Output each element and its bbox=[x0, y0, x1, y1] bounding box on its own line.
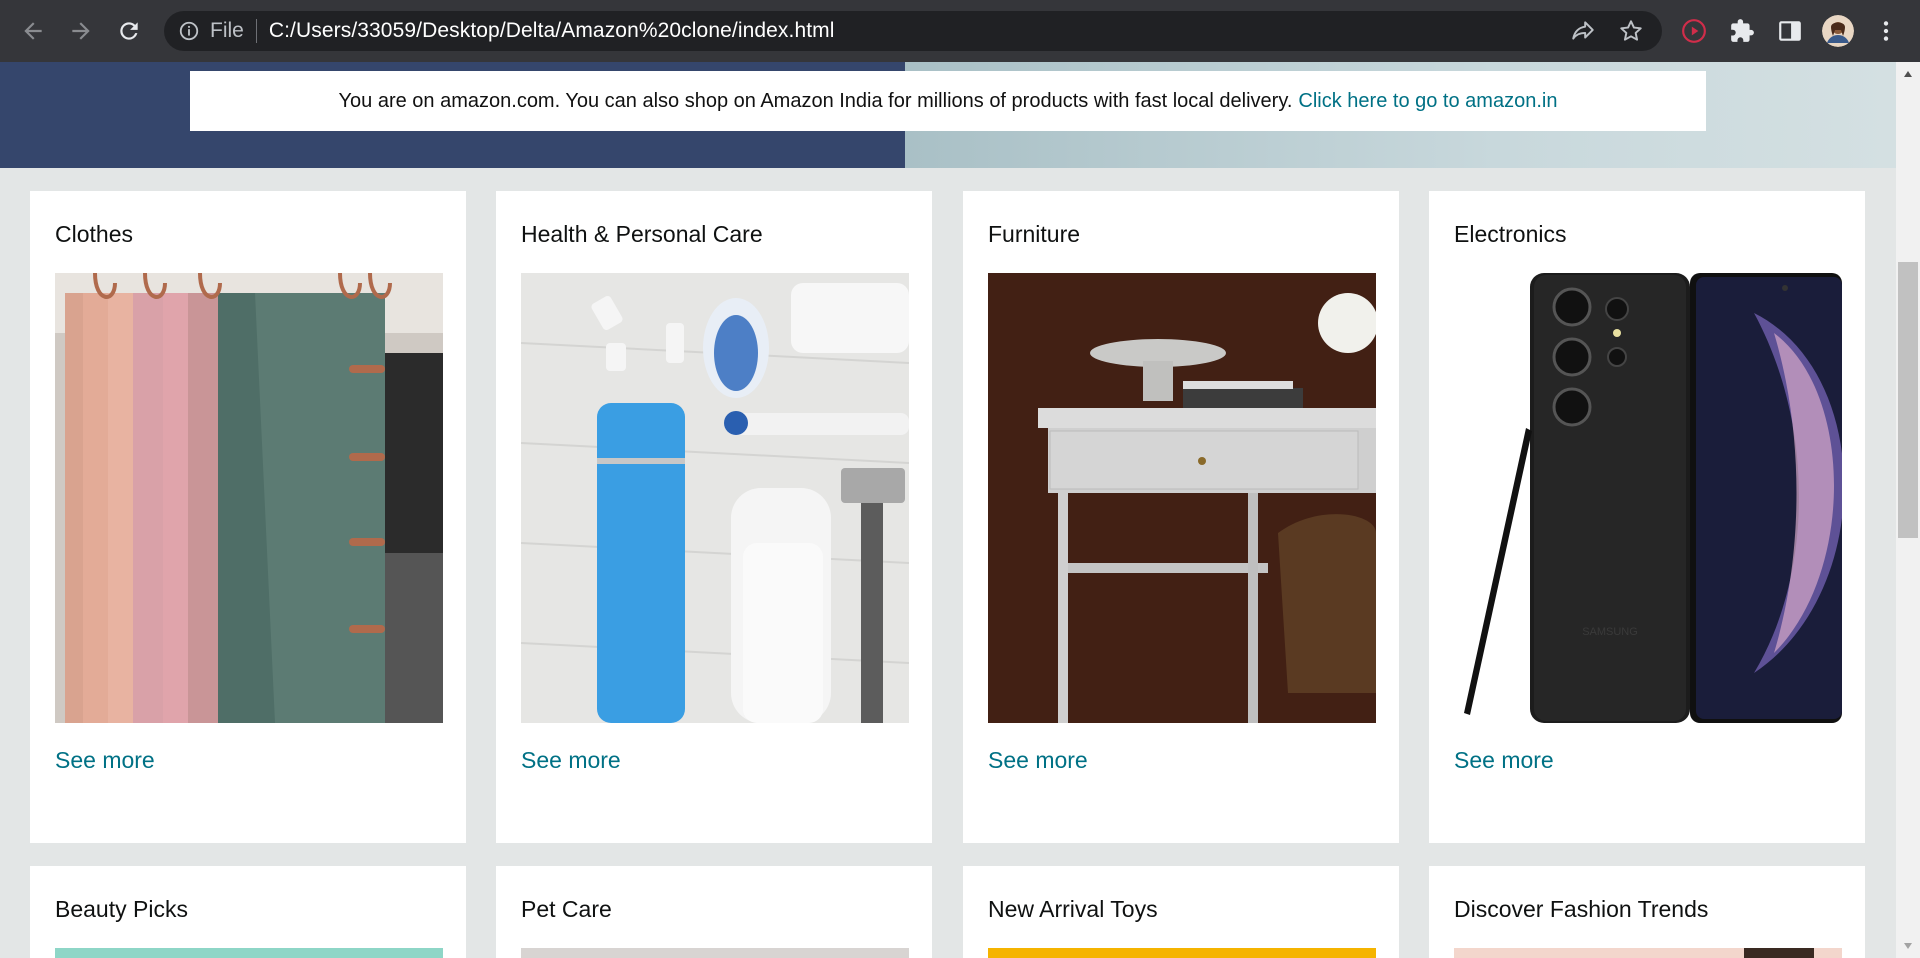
scroll-down-icon[interactable] bbox=[1896, 936, 1920, 956]
reload-button[interactable] bbox=[105, 7, 153, 55]
omnibox-divider bbox=[255, 19, 257, 43]
furniture-image[interactable] bbox=[988, 273, 1376, 723]
browser-menu-button[interactable] bbox=[1864, 9, 1908, 53]
card-title: Beauty Picks bbox=[55, 896, 188, 922]
url-text[interactable]: C:/Users/33059/Desktop/Delta/Amazon%20cl… bbox=[269, 19, 835, 43]
star-icon[interactable] bbox=[1618, 18, 1644, 44]
page-content: You are on amazon.com. You can also shop… bbox=[0, 62, 1896, 958]
record-icon bbox=[1682, 19, 1706, 43]
category-card-toys: New Arrival Toys bbox=[963, 866, 1399, 958]
category-card-clothes: Clothes See more bbox=[30, 191, 466, 843]
see-more-link[interactable]: See more bbox=[988, 747, 1088, 774]
scrollbar-thumb[interactable] bbox=[1898, 262, 1918, 538]
health-care-image[interactable] bbox=[521, 273, 909, 723]
beauty-image[interactable] bbox=[55, 948, 443, 958]
card-title: Furniture bbox=[988, 221, 1081, 247]
share-icon[interactable] bbox=[1570, 18, 1596, 44]
scheme-label: File bbox=[210, 19, 244, 42]
card-title: Clothes bbox=[55, 221, 133, 247]
notice-text: You are on amazon.com. You can also shop… bbox=[338, 89, 1293, 112]
category-card-furniture: Furniture See more bbox=[963, 191, 1399, 843]
see-more-link[interactable]: See more bbox=[521, 747, 621, 774]
region-notice: You are on amazon.com. You can also shop… bbox=[190, 71, 1706, 131]
back-button[interactable] bbox=[9, 7, 57, 55]
card-title: Pet Care bbox=[521, 896, 612, 922]
profile-button[interactable] bbox=[1816, 9, 1860, 53]
extensions-button[interactable] bbox=[1720, 9, 1764, 53]
kebab-menu-icon bbox=[1883, 21, 1889, 41]
category-card-electronics: Electronics SAMSUNG See more bbox=[1429, 191, 1865, 843]
info-icon[interactable] bbox=[178, 20, 200, 42]
reload-icon bbox=[120, 22, 138, 40]
card-title: New Arrival Toys bbox=[988, 896, 1158, 922]
category-card-fashion: Discover Fashion Trends bbox=[1429, 866, 1865, 958]
avatar bbox=[1822, 15, 1854, 47]
card-title: Health & Personal Care bbox=[521, 221, 763, 247]
pet-care-image[interactable] bbox=[521, 948, 909, 958]
category-card-beauty: Beauty Picks bbox=[30, 866, 466, 958]
side-panel-button[interactable] bbox=[1768, 9, 1812, 53]
address-bar[interactable]: File C:/Users/33059/Desktop/Delta/Amazon… bbox=[164, 11, 1662, 51]
forward-button[interactable] bbox=[57, 7, 105, 55]
card-title: Discover Fashion Trends bbox=[1454, 896, 1709, 922]
toys-image[interactable] bbox=[988, 948, 1376, 958]
category-card-health: Health & Personal Care See more bbox=[496, 191, 932, 843]
see-more-link[interactable]: See more bbox=[55, 747, 155, 774]
svg-text:SAMSUNG: SAMSUNG bbox=[1582, 626, 1638, 638]
card-title: Electronics bbox=[1454, 221, 1567, 247]
electronics-image[interactable]: SAMSUNG bbox=[1454, 273, 1842, 723]
browser-toolbar: File C:/Users/33059/Desktop/Delta/Amazon… bbox=[0, 0, 1920, 62]
clothes-image[interactable] bbox=[55, 273, 443, 723]
arrow-right-icon bbox=[72, 22, 90, 40]
see-more-link[interactable]: See more bbox=[1454, 747, 1554, 774]
amazon-in-link[interactable]: Click here to go to amazon.in bbox=[1298, 90, 1557, 113]
side-panel-icon bbox=[1779, 21, 1801, 41]
fashion-image[interactable] bbox=[1454, 948, 1842, 958]
puzzle-icon bbox=[1731, 19, 1754, 42]
category-card-pet-care: Pet Care bbox=[496, 866, 932, 958]
arrow-left-icon bbox=[24, 22, 42, 40]
scroll-up-icon[interactable] bbox=[1896, 64, 1920, 84]
record-extension-button[interactable] bbox=[1672, 9, 1716, 53]
hero-banner: You are on amazon.com. You can also shop… bbox=[0, 62, 1896, 168]
